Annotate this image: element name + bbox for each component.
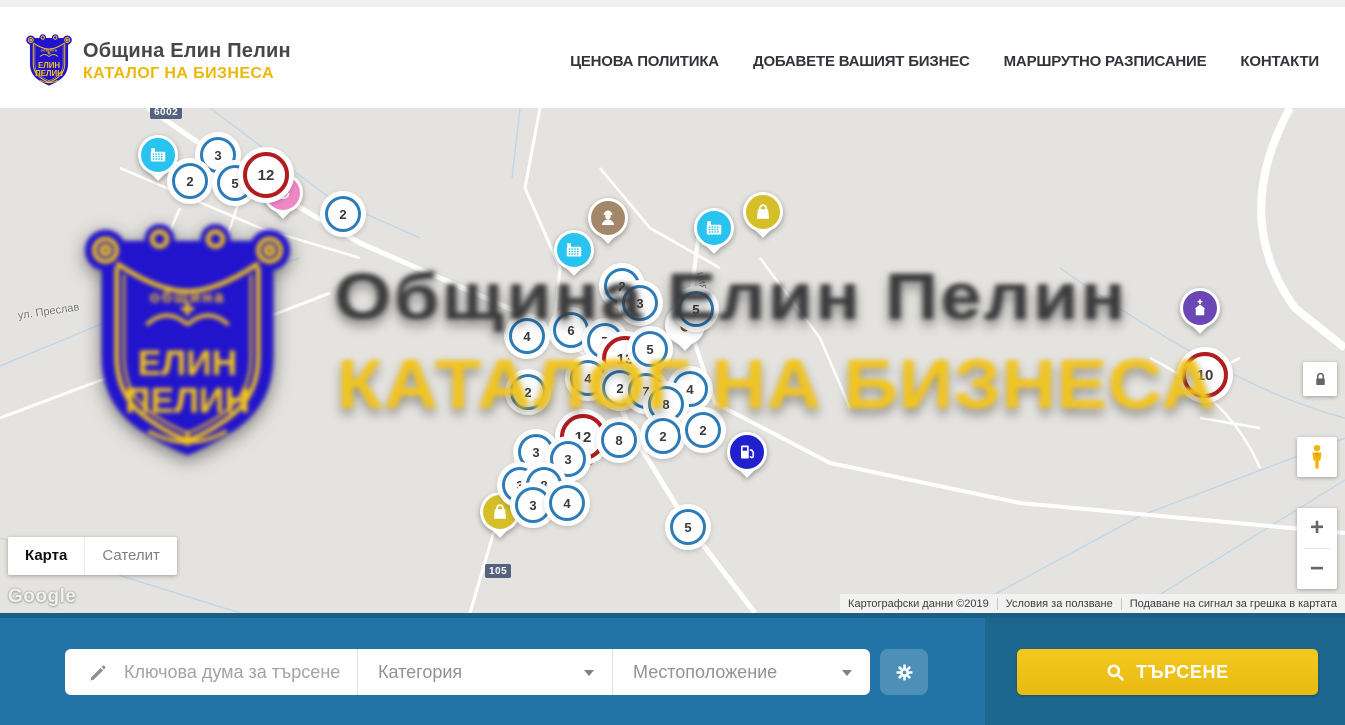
attribution-terms-link[interactable]: Условия за ползване [997,598,1121,610]
cluster-marker[interactable]: 4 [509,318,545,354]
cluster-marker[interactable]: 3 [518,434,554,470]
search-fields: Категория Местоположение [65,649,870,695]
worker-icon [598,208,618,228]
zoom-out-button[interactable]: − [1297,549,1337,589]
cluster-marker[interactable]: 8 [648,386,684,422]
category-dropdown[interactable]: Категория [357,649,612,695]
site-subtitle: КАТАЛОГ НА БИЗНЕСА [83,65,291,83]
cluster-marker[interactable]: 2 [325,196,361,232]
shopping-bag-icon [753,202,773,222]
lock-icon [1312,371,1329,388]
municipality-crest-icon [26,33,72,91]
pegman-icon [1306,444,1328,470]
factory-icon [704,218,724,238]
keyword-search-input[interactable] [122,661,342,684]
site-title: Община Елин Пелин [83,40,291,63]
cluster-marker[interactable]: 4 [570,360,606,396]
header: Община Елин Пелин КАТАЛОГ НА БИЗНЕСА ЦЕН… [0,0,1345,108]
pegman-control[interactable] [1297,437,1337,477]
lock-button[interactable] [1303,362,1337,396]
fuel-icon [737,442,757,462]
zoom-control: + − [1297,508,1337,589]
category-pin-factory[interactable] [554,230,594,282]
cluster-marker[interactable]: 6 [553,312,589,348]
factory-icon [148,145,168,165]
category-pin-fuel[interactable] [727,432,767,484]
cluster-marker[interactable]: 10 [1182,352,1228,398]
chevron-down-icon [842,670,852,676]
category-pin-worker[interactable] [588,198,628,250]
map-type-control: Карта Сателит [8,537,177,575]
location-dropdown[interactable]: Местоположение [612,649,870,695]
cluster-marker[interactable]: 2 [172,163,208,199]
shopping-bag-icon [490,502,510,522]
nav-item-pricing[interactable]: ЦЕНОВА ПОЛИТИКА [570,53,719,70]
category-dropdown-label: Категория [378,662,462,683]
chevron-down-icon [584,670,594,676]
site-logo[interactable]: Община Елин Пелин КАТАЛОГ НА БИЗНЕСА [26,33,291,91]
pencil-icon [89,663,108,682]
location-dropdown-label: Местоположение [633,662,777,683]
cluster-marker[interactable]: 2 [645,418,681,454]
search-button-label: ТЪРСЕНЕ [1136,662,1228,683]
nav-item-transport-schedule[interactable]: МАРШРУТНО РАЗПИСАНИЕ [1004,53,1207,70]
attribution-report-link[interactable]: Подаване на сигнал за грешка в картата [1121,598,1345,610]
cluster-marker[interactable]: 4 [549,485,585,521]
attribution-copyright: Картографски данни ©2019 [840,598,997,610]
cluster-marker[interactable]: 5 [670,509,706,545]
church-icon [1190,298,1210,318]
map-markers-layer: 32512223564713542742812822333834510 [0,108,1345,613]
map-canvas[interactable]: община ЕЛИН ПЕЛИН 325122 [0,108,1345,613]
nav-item-add-business[interactable]: ДОБАВЕТЕ ВАШИЯТ БИЗНЕС [753,53,970,70]
cluster-marker[interactable]: 5 [678,291,714,327]
search-button[interactable]: ТЪРСЕНЕ [1017,649,1318,695]
category-pin-shopping-bag[interactable] [743,192,783,244]
category-pin-church[interactable] [1180,288,1220,340]
map-attribution: Картографски данни ©2019 Условия за полз… [840,594,1345,613]
cluster-marker[interactable]: 8 [601,422,637,458]
category-pin-factory[interactable] [694,208,734,260]
search-icon [1106,663,1125,682]
gear-icon [894,662,915,683]
search-bar: Категория Местоположение [0,613,1345,725]
nav-item-contacts[interactable]: КОНТАКТИ [1240,53,1319,70]
map-type-map[interactable]: Карта [8,537,84,575]
cluster-marker[interactable]: 3 [622,285,658,321]
factory-icon [564,240,584,260]
cluster-marker[interactable]: 5 [632,331,668,367]
main-nav: ЦЕНОВА ПОЛИТИКА ДОБАВЕТЕ ВАШИЯТ БИЗНЕС М… [570,53,1319,70]
google-logo[interactable]: Google [8,586,76,608]
cluster-marker[interactable]: 12 [243,152,289,198]
map-type-satellite[interactable]: Сателит [84,537,177,575]
advanced-settings-button[interactable] [880,649,928,695]
cluster-marker[interactable]: 2 [510,374,546,410]
cluster-marker[interactable]: 2 [685,412,721,448]
cluster-marker[interactable]: 3 [515,487,551,523]
keyword-field-wrap [65,649,357,695]
zoom-in-button[interactable]: + [1297,508,1337,548]
